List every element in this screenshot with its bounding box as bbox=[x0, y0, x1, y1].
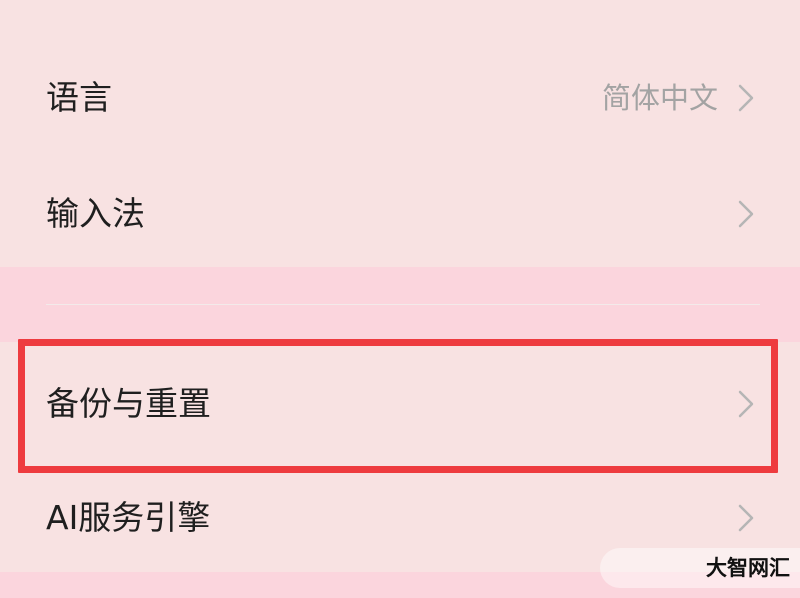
watermark-text: 大智网汇 bbox=[706, 556, 790, 580]
chevron-right-icon bbox=[737, 199, 755, 229]
settings-item-label: AI服务引擎 bbox=[46, 498, 211, 537]
watermark: 大智网汇 bbox=[600, 548, 800, 588]
divider bbox=[46, 304, 760, 305]
chevron-right-icon bbox=[737, 503, 755, 533]
highlight-box bbox=[18, 339, 778, 473]
section-separator bbox=[0, 267, 800, 342]
settings-item-label: 语言 bbox=[46, 78, 112, 117]
settings-item-language[interactable]: 语言 简体中文 bbox=[0, 40, 800, 155]
top-strip bbox=[0, 0, 800, 40]
settings-item-label: 输入法 bbox=[46, 194, 145, 233]
chevron-right-icon bbox=[737, 83, 755, 113]
settings-item-value: 简体中文 bbox=[601, 81, 718, 115]
settings-item-input-method[interactable]: 输入法 bbox=[0, 155, 800, 267]
